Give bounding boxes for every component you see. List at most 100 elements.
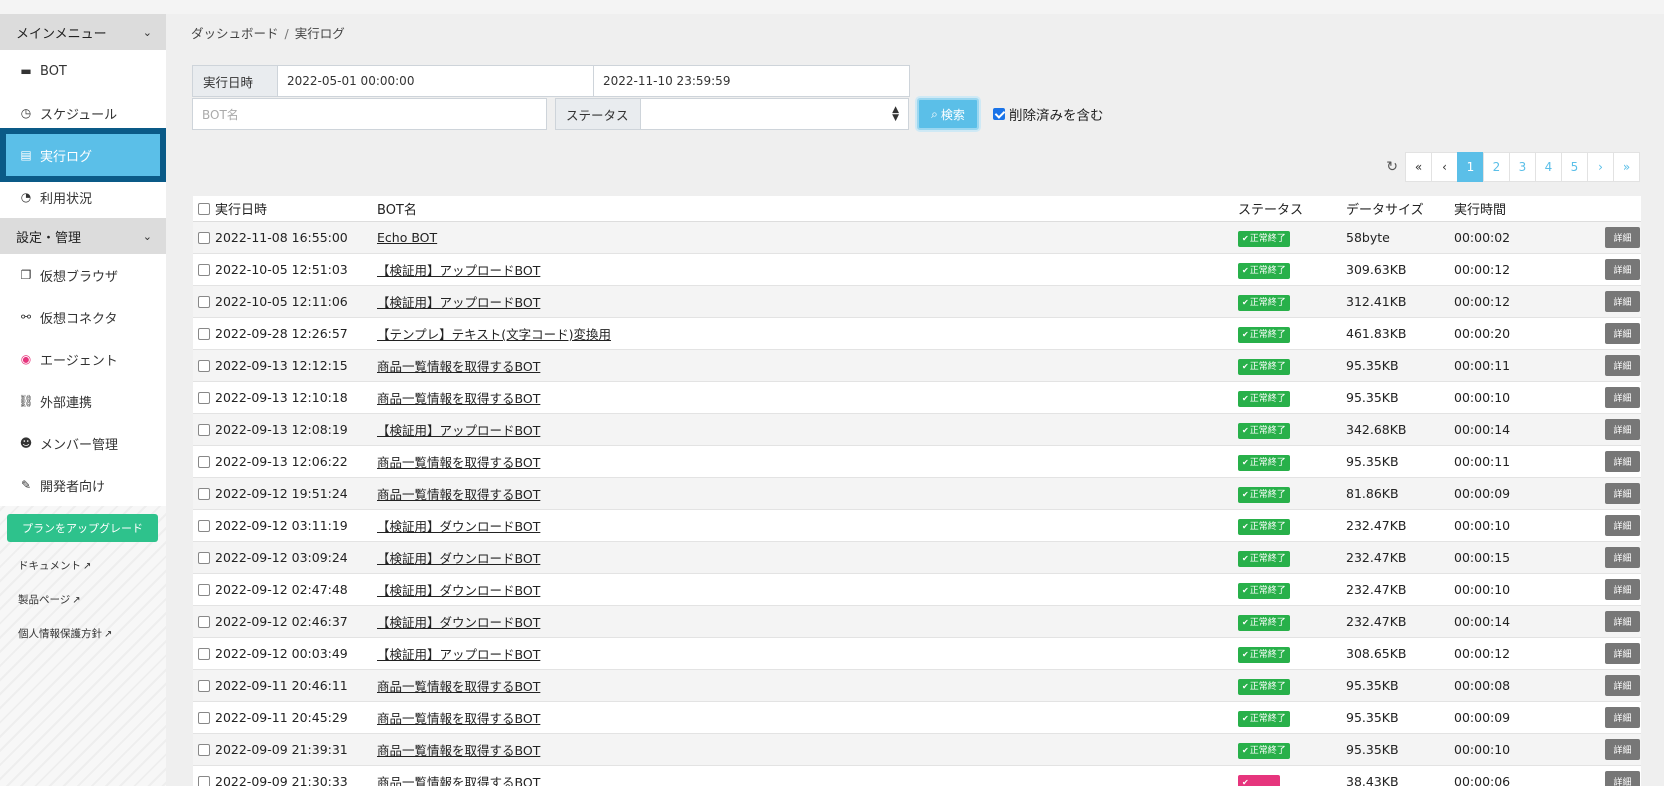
documents-link[interactable]: ドキュメント ↗ bbox=[7, 556, 159, 576]
row-checkbox[interactable] bbox=[198, 519, 210, 532]
product-page-link[interactable]: 製品ページ ↗ bbox=[7, 590, 159, 610]
row-checkbox[interactable] bbox=[198, 455, 210, 468]
row-checkbox[interactable] bbox=[198, 711, 210, 724]
main-menu-header[interactable]: メインメニュー ⌄ bbox=[0, 14, 166, 50]
bot-link[interactable]: 【検証用】アップロードBOT bbox=[377, 423, 540, 438]
detail-button[interactable]: 詳細 bbox=[1605, 771, 1640, 786]
row-checkbox[interactable] bbox=[198, 551, 210, 564]
row-checkbox[interactable] bbox=[198, 263, 210, 276]
privacy-policy-link[interactable]: 個人情報保護方針 ↗ bbox=[7, 624, 159, 644]
row-checkbox[interactable] bbox=[198, 231, 210, 244]
sidebar-item-usage[interactable]: ◔ 利用状況 bbox=[0, 176, 166, 218]
header-bot-name[interactable]: BOT名 bbox=[377, 199, 1238, 218]
detail-button[interactable]: 詳細 bbox=[1605, 643, 1640, 664]
sidebar-item-virtual-connector[interactable]: ⚯ 仮想コネクタ bbox=[0, 296, 166, 338]
detail-button[interactable]: 詳細 bbox=[1605, 387, 1640, 408]
detail-button[interactable]: 詳細 bbox=[1605, 611, 1640, 632]
row-checkbox[interactable] bbox=[198, 423, 210, 436]
sidebar-item-bot[interactable]: ▬ BOT bbox=[0, 50, 166, 92]
sidebar-item-developers[interactable]: ✎ 開発者向け bbox=[0, 464, 166, 506]
bot-link[interactable]: 【検証用】アップロードBOT bbox=[377, 263, 540, 278]
detail-button[interactable]: 詳細 bbox=[1605, 227, 1640, 248]
search-button[interactable]: ⌕ 検索 bbox=[917, 98, 979, 130]
bot-name-input[interactable]: BOT名 bbox=[192, 98, 547, 130]
bot-link[interactable]: 【テンプレ】テキスト(文字コード)変換用 bbox=[377, 327, 611, 342]
include-deleted-toggle[interactable]: 削除済みを含む bbox=[993, 104, 1104, 124]
bot-link[interactable]: 商品一覧情報を取得するBOT bbox=[377, 359, 540, 374]
bot-link[interactable]: 商品一覧情報を取得するBOT bbox=[377, 487, 540, 502]
status-badge: ✔正常終了 bbox=[1238, 518, 1290, 535]
bot-link[interactable]: 【検証用】アップロードBOT bbox=[377, 295, 540, 310]
select-all-checkbox[interactable] bbox=[198, 202, 210, 215]
row-checkbox[interactable] bbox=[198, 327, 210, 340]
bot-link[interactable]: 【検証用】ダウンロードBOT bbox=[377, 519, 540, 534]
detail-button[interactable]: 詳細 bbox=[1605, 579, 1640, 600]
top-strip bbox=[0, 0, 1664, 14]
prev-page-button[interactable]: ‹ bbox=[1431, 152, 1458, 182]
detail-button[interactable]: 詳細 bbox=[1605, 707, 1640, 728]
row-status: ✔正常終了 bbox=[1238, 645, 1346, 663]
bot-link[interactable]: 商品一覧情報を取得するBOT bbox=[377, 679, 540, 694]
header-date[interactable]: 実行日時 bbox=[215, 199, 377, 218]
settings-menu-header[interactable]: 設定・管理 ⌄ bbox=[0, 218, 166, 254]
upgrade-plan-button[interactable]: プランをアップグレード bbox=[7, 514, 158, 542]
row-checkbox[interactable] bbox=[198, 487, 210, 500]
date-from-input[interactable]: 2022-05-01 00:00:00 bbox=[278, 65, 594, 97]
first-page-button[interactable]: « bbox=[1405, 152, 1432, 182]
row-bot-name: 【検証用】ダウンロードBOT bbox=[377, 516, 1238, 535]
date-to-input[interactable]: 2022-11-10 23:59:59 bbox=[594, 65, 910, 97]
header-execution-time[interactable]: 実行時間 bbox=[1454, 199, 1592, 218]
detail-button[interactable]: 詳細 bbox=[1605, 419, 1640, 440]
bot-link[interactable]: 【検証用】ダウンロードBOT bbox=[377, 615, 540, 630]
detail-button[interactable]: 詳細 bbox=[1605, 355, 1640, 376]
next-page-button[interactable]: › bbox=[1587, 152, 1614, 182]
row-checkbox[interactable] bbox=[198, 775, 210, 786]
status-label: ステータス bbox=[555, 98, 641, 130]
sidebar-item-agent[interactable]: ◉ エージェント bbox=[0, 338, 166, 380]
sidebar-item-execution-log[interactable]: ▤ 実行ログ bbox=[0, 128, 166, 182]
include-deleted-checkbox[interactable] bbox=[993, 108, 1005, 120]
bot-link[interactable]: 商品一覧情報を取得するBOT bbox=[377, 743, 540, 758]
breadcrumb-home[interactable]: ダッシュボード bbox=[191, 26, 279, 41]
row-checkbox[interactable] bbox=[198, 391, 210, 404]
sidebar-item-virtual-browser[interactable]: ❐ 仮想ブラウザ bbox=[0, 254, 166, 296]
page-button-4[interactable]: 4 bbox=[1535, 152, 1562, 182]
detail-button[interactable]: 詳細 bbox=[1605, 259, 1640, 280]
bot-link[interactable]: 商品一覧情報を取得するBOT bbox=[377, 391, 540, 406]
bot-link[interactable]: 商品一覧情報を取得するBOT bbox=[377, 775, 540, 786]
row-checkbox[interactable] bbox=[198, 359, 210, 372]
row-actions: 詳細 bbox=[1592, 771, 1640, 786]
header-data-size[interactable]: データサイズ bbox=[1346, 199, 1454, 218]
row-checkbox[interactable] bbox=[198, 743, 210, 756]
page-button-2[interactable]: 2 bbox=[1483, 152, 1510, 182]
row-select-cell bbox=[193, 615, 215, 628]
bot-link[interactable]: 商品一覧情報を取得するBOT bbox=[377, 711, 540, 726]
detail-button[interactable]: 詳細 bbox=[1605, 515, 1640, 536]
bot-link[interactable]: Echo BOT bbox=[377, 230, 437, 245]
sidebar-item-member-management[interactable]: ☻ メンバー管理 bbox=[0, 422, 166, 464]
detail-button[interactable]: 詳細 bbox=[1605, 291, 1640, 312]
status-select[interactable]: ▲ ▼ bbox=[641, 98, 909, 130]
detail-button[interactable]: 詳細 bbox=[1605, 675, 1640, 696]
bot-link[interactable]: 【検証用】ダウンロードBOT bbox=[377, 551, 540, 566]
bot-link[interactable]: 商品一覧情報を取得するBOT bbox=[377, 455, 540, 470]
refresh-icon[interactable]: ↻ bbox=[1386, 159, 1398, 175]
detail-button[interactable]: 詳細 bbox=[1605, 323, 1640, 344]
sidebar-item-external-integration[interactable]: ⛓ 外部連携 bbox=[0, 380, 166, 422]
detail-button[interactable]: 詳細 bbox=[1605, 451, 1640, 472]
page-button-5[interactable]: 5 bbox=[1561, 152, 1588, 182]
detail-button[interactable]: 詳細 bbox=[1605, 547, 1640, 568]
detail-button[interactable]: 詳細 bbox=[1605, 483, 1640, 504]
bot-link[interactable]: 【検証用】アップロードBOT bbox=[377, 647, 540, 662]
row-checkbox[interactable] bbox=[198, 295, 210, 308]
header-status[interactable]: ステータス bbox=[1238, 199, 1346, 218]
detail-button[interactable]: 詳細 bbox=[1605, 739, 1640, 760]
page-button-3[interactable]: 3 bbox=[1509, 152, 1536, 182]
bot-link[interactable]: 【検証用】ダウンロードBOT bbox=[377, 583, 540, 598]
page-button-1[interactable]: 1 bbox=[1457, 152, 1484, 182]
last-page-button[interactable]: » bbox=[1613, 152, 1640, 182]
row-checkbox[interactable] bbox=[198, 647, 210, 660]
row-checkbox[interactable] bbox=[198, 615, 210, 628]
row-checkbox[interactable] bbox=[198, 583, 210, 596]
row-checkbox[interactable] bbox=[198, 679, 210, 692]
